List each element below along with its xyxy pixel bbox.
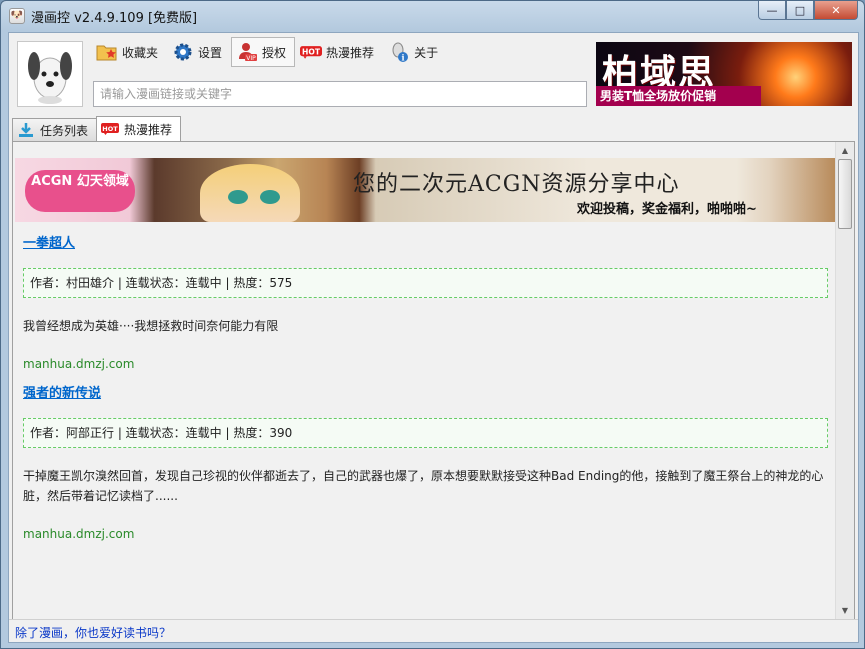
tab-strip: 任务列表 HOT 热漫推荐 <box>12 116 182 141</box>
svg-text:i: i <box>402 53 405 63</box>
maximize-button[interactable]: □ <box>786 1 814 20</box>
app-icon: 🐶 <box>9 8 25 24</box>
banner-subtitle: 欢迎投稿，奖金福利，啪啪啪~ <box>577 202 757 217</box>
tab-task-list-label: 任务列表 <box>40 123 89 138</box>
close-button[interactable]: ✕ <box>814 1 858 20</box>
hot-recommend-button[interactable]: HOT 热漫推荐 <box>295 37 383 67</box>
folder-star-icon <box>96 41 118 63</box>
tab-task-list[interactable]: 任务列表 <box>12 118 98 141</box>
comic-meta: 作者：阿部正行 | 连载状态：连载中 | 热度：390 <box>23 418 828 448</box>
about-button[interactable]: i 关于 <box>383 37 447 67</box>
comic-description: 我曾经想成为英雄····我想拯救时间奈何能力有限 <box>23 319 279 333</box>
comic-title-link[interactable]: 强者的新传说 <box>23 384 828 404</box>
ad-banner[interactable]: 柏域思 男装T恤全场放价促销 <box>596 42 852 106</box>
comic-items: 一拳超人 作者：村田雄介 | 连载状态：连载中 | 热度：575 我曾经想成为英… <box>23 234 828 554</box>
ad-tagline: 男装T恤全场放价促销 <box>596 86 761 106</box>
comic-source: manhua.dmzj.com <box>23 527 135 541</box>
hot-recommend-label: 热漫推荐 <box>326 45 375 60</box>
favorites-button[interactable]: 收藏夹 <box>91 37 167 67</box>
license-button[interactable]: VIP 授权 <box>231 37 296 67</box>
title-bar[interactable]: 🐶 漫画控 v2.4.9.109 [免费版] — □ ✕ <box>1 1 864 31</box>
anime-character-image <box>200 164 300 222</box>
svg-text:HOT: HOT <box>302 48 321 57</box>
svg-text:VIP: VIP <box>246 55 256 62</box>
about-label: 关于 <box>414 45 439 60</box>
status-link[interactable]: 除了漫画，你也爱好读书吗？ <box>15 624 171 641</box>
window-title: 漫画控 v2.4.9.109 [免费版] <box>31 11 198 26</box>
minimize-button[interactable]: — <box>758 1 786 20</box>
favorites-label: 收藏夹 <box>122 45 159 60</box>
hot-badge-icon: HOT <box>101 121 120 137</box>
client-area: 收藏夹 设置 VIP 授权 HOT 热漫推荐 i 关于 请输入漫画链接或关键字 … <box>8 32 859 643</box>
toolbar: 收藏夹 设置 VIP 授权 HOT 热漫推荐 i 关于 <box>91 37 447 67</box>
window-controls: — □ ✕ <box>758 1 858 20</box>
content-pane: ACGN 幻天领域 您的二次元ACGN资源分享中心 欢迎投稿，奖金福利，啪啪啪~… <box>12 141 855 620</box>
settings-label: 设置 <box>198 45 223 60</box>
svg-text:HOT: HOT <box>102 125 118 133</box>
comic-meta: 作者：村田雄介 | 连载状态：连载中 | 热度：575 <box>23 268 828 298</box>
status-bar: 除了漫画，你也爱好读书吗？ <box>9 619 858 642</box>
vertical-scrollbar[interactable]: ▲ ▼ <box>835 142 854 619</box>
comic-item: 强者的新传说 作者：阿部正行 | 连载状态：连载中 | 热度：390 干掉魔王凯… <box>23 384 828 544</box>
dog-mascot-icon <box>28 52 72 104</box>
download-icon <box>17 122 35 138</box>
promo-banner[interactable]: ACGN 幻天领域 您的二次元ACGN资源分享中心 欢迎投稿，奖金福利，啪啪啪~ <box>15 158 835 222</box>
tab-hot-recommend[interactable]: HOT 热漫推荐 <box>96 116 182 141</box>
scroll-up-arrow-icon[interactable]: ▲ <box>836 142 854 159</box>
tab-hot-recommend-label: 热漫推荐 <box>124 122 173 137</box>
banner-headline: 您的二次元ACGN资源分享中心 <box>353 172 680 197</box>
settings-button[interactable]: 设置 <box>167 37 231 67</box>
vip-user-icon: VIP <box>236 41 258 63</box>
comic-description: 干掉魔王凯尔溴然回首，发现自己珍视的伙伴都逝去了，自己的武器也爆了，原本想要默默… <box>23 469 824 503</box>
hot-badge-icon: HOT <box>300 41 323 63</box>
scroll-down-arrow-icon[interactable]: ▼ <box>836 602 854 619</box>
app-window: 🐶 漫画控 v2.4.9.109 [免费版] — □ ✕ 收藏夹 设置 VIP … <box>0 0 865 649</box>
info-icon: i <box>388 41 410 63</box>
search-input[interactable] <box>93 81 587 107</box>
mascot-avatar <box>17 41 83 107</box>
comic-source: manhua.dmzj.com <box>23 357 135 371</box>
recommend-list[interactable]: ACGN 幻天领域 您的二次元ACGN资源分享中心 欢迎投稿，奖金福利，啪啪啪~… <box>13 142 835 619</box>
banner-logo: ACGN 幻天领域 <box>25 170 135 212</box>
comic-item: 一拳超人 作者：村田雄介 | 连载状态：连载中 | 热度：575 我曾经想成为英… <box>23 234 828 374</box>
gear-icon <box>172 41 194 63</box>
license-label: 授权 <box>262 45 287 60</box>
scroll-thumb[interactable] <box>838 159 852 229</box>
comic-title-link[interactable]: 一拳超人 <box>23 234 828 254</box>
